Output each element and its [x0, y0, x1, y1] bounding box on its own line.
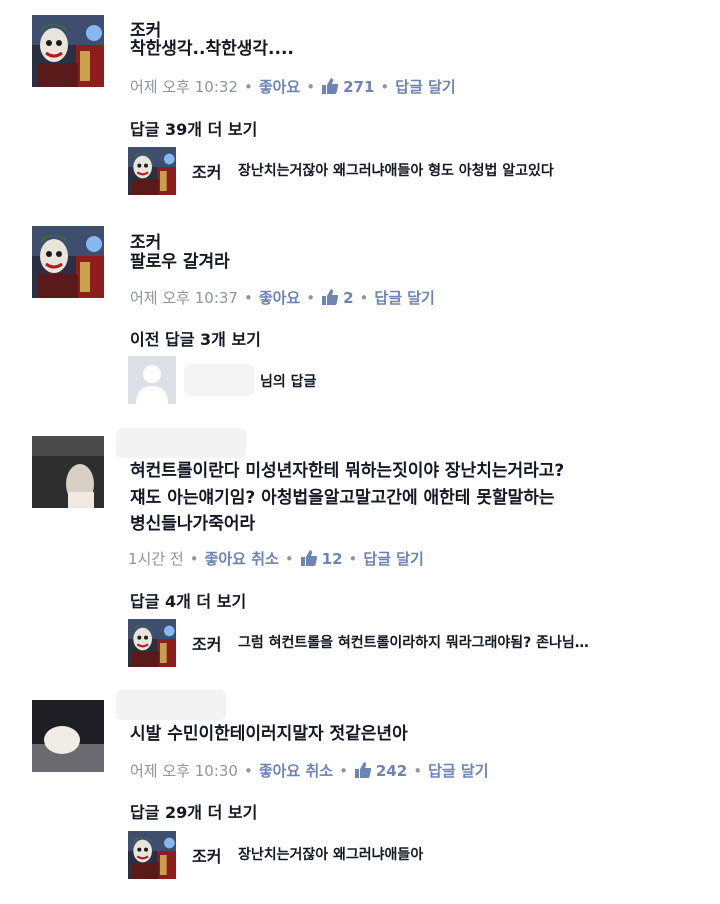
timestamp: 어제 오후 10:32 [130, 78, 238, 96]
timestamp: 어제 오후 10:30 [130, 762, 238, 780]
reply-preview[interactable]: 조커 그럼 혀컨트롤을 혀컨트롤이라하지 뭐라그래야됨? 존나님… [128, 619, 688, 667]
avatar[interactable] [128, 147, 176, 195]
comment-text-line-2: 쟤도 아는얘기임? 아청법을알고말고간에 애한테 못할말하는 [130, 488, 555, 508]
comment-text-line-1: 혀컨트롤이란다 미성년자한테 뭐하는짓이야 장난치는거라고? [130, 461, 565, 481]
reply-preview[interactable]: 조커 장난치는거잖아 왜그러냐애들아 [128, 831, 688, 879]
reply-author[interactable]: 조커 [192, 843, 221, 867]
unlike-button[interactable]: 좋아요 취소 [205, 550, 279, 568]
redacted-name [116, 690, 226, 720]
thumbs-up-icon [300, 549, 318, 567]
reply-preview[interactable]: 조커 장난치는거잖아 왜그러냐애들아 형도 아청법 알고있다 [128, 147, 688, 195]
view-more-replies[interactable]: 답글 4개 더 보기 [130, 588, 246, 612]
thumbs-up-icon [354, 761, 372, 779]
reply-text: 그럼 혀컨트롤을 혀컨트롤이라하지 뭐라그래야됨? 존나님… [238, 635, 589, 651]
comment-text: 시발 수민이한테이러지말자 젓같은년아 [130, 724, 408, 744]
like-count[interactable]: 2 [343, 289, 353, 307]
like-count[interactable]: 12 [322, 550, 343, 568]
like-count[interactable]: 242 [376, 762, 407, 780]
avatar[interactable] [32, 700, 104, 772]
like-button[interactable]: 좋아요 [259, 78, 300, 96]
reply-button[interactable]: 답글 달기 [428, 762, 488, 780]
avatar[interactable] [32, 226, 104, 298]
comment-meta: 어제 오후 10:37 • 좋아요 • 2 • 답글 달기 [130, 288, 435, 307]
view-more-replies[interactable]: 답글 39개 더 보기 [130, 116, 257, 140]
reply-author[interactable]: 조커 [192, 159, 221, 183]
reply-text: 장난치는거잖아 왜그러냐애들아 [238, 847, 424, 863]
view-previous-replies[interactable]: 이전 답글 3개 보기 [130, 326, 261, 350]
comment-meta: 어제 오후 10:32 • 좋아요 • 271 • 답글 달기 [130, 77, 456, 96]
comment-text: 팔로우 갈겨라 [130, 252, 230, 272]
default-avatar[interactable] [128, 356, 176, 404]
reply-button[interactable]: 답글 달기 [374, 289, 434, 307]
thumbs-up-icon [321, 77, 339, 95]
timestamp: 1시간 전 [128, 550, 184, 568]
like-count[interactable]: 271 [343, 78, 374, 96]
like-button[interactable]: 좋아요 [259, 289, 300, 307]
avatar[interactable] [32, 436, 104, 508]
reply-button[interactable]: 답글 달기 [363, 550, 423, 568]
comment-text: 착한생각..착한생각.... [130, 39, 294, 59]
thumbs-up-icon [321, 288, 339, 306]
reply-author[interactable]: 조커 [192, 631, 221, 655]
comment-meta: 1시간 전 • 좋아요 취소 • 12 • 답글 달기 [128, 549, 424, 568]
comment-meta: 어제 오후 10:30 • 좋아요 취소 • 242 • 답글 달기 [130, 761, 489, 780]
reply-text: 장난치는거잖아 왜그러냐애들아 형도 아청법 알고있다 [238, 163, 554, 179]
avatar[interactable] [128, 831, 176, 879]
timestamp: 어제 오후 10:37 [130, 289, 238, 307]
redacted-name [184, 364, 254, 396]
unlike-button[interactable]: 좋아요 취소 [259, 762, 333, 780]
avatar[interactable] [128, 619, 176, 667]
reply-text: 님의 답글 [260, 374, 317, 390]
reply-preview[interactable]: 님의 답글 [128, 356, 688, 404]
redacted-name [116, 428, 246, 458]
avatar[interactable] [32, 15, 104, 87]
view-more-replies[interactable]: 답글 29개 더 보기 [130, 799, 257, 823]
comment-text-line-3: 병신들나가죽어라 [130, 514, 256, 534]
reply-button[interactable]: 답글 달기 [395, 78, 455, 96]
